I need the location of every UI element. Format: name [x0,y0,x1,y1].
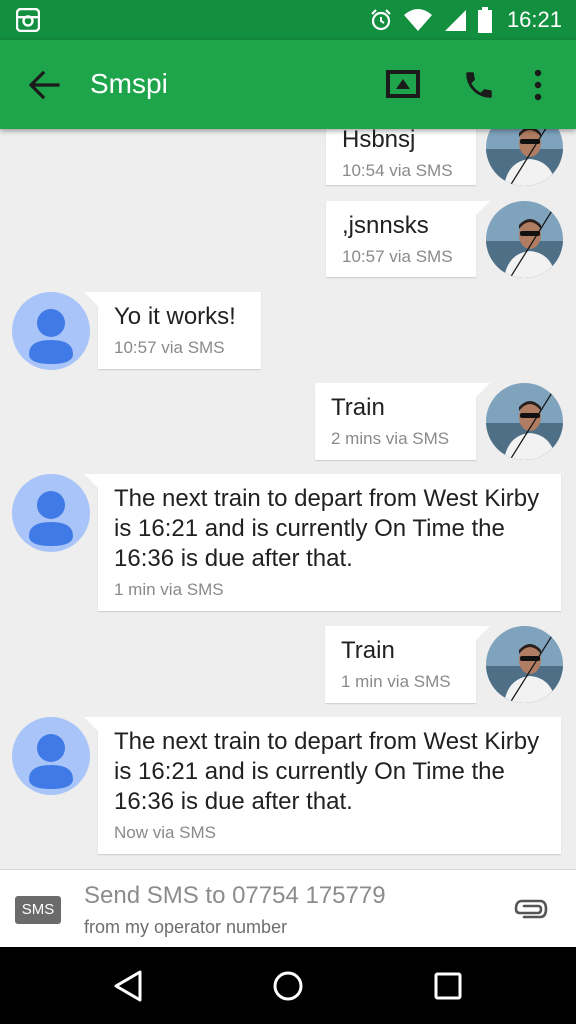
user-photo-icon [486,626,563,703]
message-list[interactable]: Hsbnsj 10:54 via SMS ,jsnnsks 10:57 via … [0,129,576,869]
battery-icon [477,7,492,33]
message-meta: 2 mins via SMS [331,429,450,448]
user-avatar [486,383,563,460]
recents-square-icon[interactable] [433,971,463,1001]
person-icon [29,309,73,364]
status-time: 16:21 [506,7,562,32]
person-icon [29,491,73,546]
message-meta: 10:57 via SMS [114,338,225,357]
user-avatar [486,626,563,703]
back-arrow-icon[interactable] [28,70,60,100]
back-triangle-icon[interactable] [112,969,144,1003]
user-photo-icon [486,383,563,460]
conversation-title: Smspi [90,68,168,99]
instagram-icon [16,8,40,32]
message-meta: 1 min via SMS [341,672,451,691]
message-text: Train [341,637,395,664]
message-meta: 1 min via SMS [114,580,224,599]
user-photo-icon [486,129,563,186]
message-meta: Now via SMS [114,823,217,842]
message-text: ,jsnnsks [342,212,429,239]
message-text: Train [331,394,385,421]
message-text: Yo it works! [114,303,236,330]
user-avatar [486,129,563,186]
contact-avatar [12,292,90,370]
contact-avatar [12,717,90,795]
contact-avatar [12,474,90,552]
message-meta: 10:57 via SMS [342,247,453,266]
signal-icon [444,10,466,31]
person-icon [29,734,73,789]
message-text: The next train to depart from West Kirby… [114,728,540,815]
message-meta: 10:54 via SMS [342,161,453,180]
message-text: Hsbnsj [342,129,416,153]
status-bar: 16:21 [0,0,576,40]
home-circle-icon[interactable] [271,969,305,1003]
more-vert-icon[interactable] [528,68,548,102]
alarm-icon [371,9,391,31]
system-nav-bar [0,947,576,1024]
sms-mode-badge[interactable]: SMS [15,896,61,924]
user-avatar [486,201,563,278]
user-photo-icon [486,201,563,278]
wifi-icon [403,9,432,31]
phone-icon[interactable] [462,68,496,102]
paperclip-icon[interactable] [512,896,550,922]
video-call-icon[interactable] [386,70,420,98]
compose-bar: SMS Send SMS to 07754 175779 from my ope… [0,869,576,948]
message-text: The next train to depart from West Kirby… [114,485,540,572]
message-input-subtext: from my operator number [84,917,288,937]
message-input[interactable]: Send SMS to 07754 175779 [84,882,386,910]
app-bar: Smspi [0,40,576,129]
